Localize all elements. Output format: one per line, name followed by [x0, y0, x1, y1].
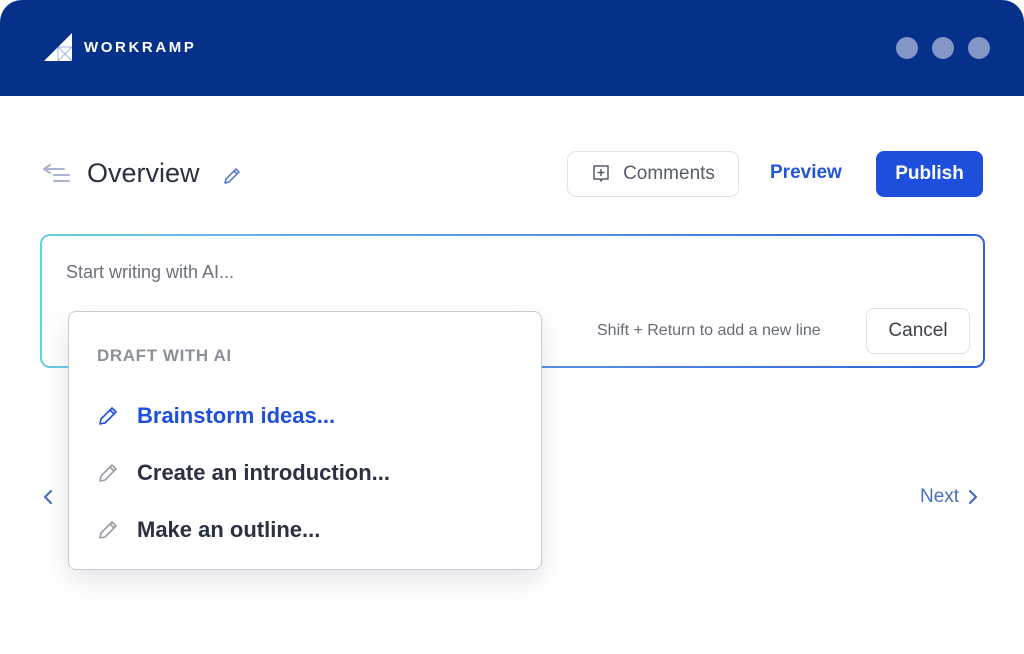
pencil-icon — [99, 521, 117, 539]
chevron-right-icon — [968, 489, 978, 505]
window-menu[interactable] — [896, 37, 990, 59]
app-window: WORKRAMP Overview Comments Preview Publi… — [0, 0, 1024, 654]
menu-item-brainstorm[interactable]: Brainstorm ideas... — [97, 400, 335, 432]
collapse-outline-icon[interactable] — [42, 164, 70, 186]
brand-name: WORKRAMP — [84, 38, 197, 56]
top-bar: WORKRAMP — [0, 0, 1024, 96]
cancel-button[interactable]: Cancel — [866, 308, 970, 354]
workramp-logo-icon — [44, 33, 72, 61]
menu-dot-icon — [932, 37, 954, 59]
menu-dot-icon — [968, 37, 990, 59]
comments-label: Comments — [623, 163, 715, 184]
pencil-icon — [99, 464, 117, 482]
newline-hint: Shift + Return to add a new line — [597, 322, 821, 339]
ai-prompt-input[interactable] — [66, 262, 866, 283]
menu-item-label: Brainstorm ideas... — [137, 403, 336, 428]
pencil-icon[interactable] — [222, 166, 242, 186]
workramp-logo[interactable]: WORKRAMP — [44, 33, 196, 61]
draft-with-ai-menu: DRAFT WITH AI Brainstorm ideas... Create… — [68, 311, 542, 570]
comment-add-icon — [593, 165, 609, 182]
publish-button[interactable]: Publish — [876, 151, 983, 197]
next-label: Next — [920, 486, 960, 507]
next-button[interactable]: Next — [920, 486, 979, 508]
menu-heading: DRAFT WITH AI — [97, 346, 232, 365]
menu-item-label: Create an introduction... — [137, 460, 391, 485]
preview-button[interactable]: Preview — [770, 162, 842, 184]
menu-item-outline[interactable]: Make an outline... — [97, 514, 320, 546]
comments-button[interactable]: Comments — [567, 151, 739, 197]
menu-item-label: Make an outline... — [137, 517, 321, 542]
chevron-left-icon[interactable] — [40, 486, 56, 508]
menu-item-introduction[interactable]: Create an introduction... — [97, 457, 390, 489]
page-title: Overview — [87, 158, 200, 188]
pencil-icon — [99, 407, 117, 425]
page-header: Overview Comments Preview Publish — [0, 150, 1024, 200]
menu-dot-icon — [896, 37, 918, 59]
